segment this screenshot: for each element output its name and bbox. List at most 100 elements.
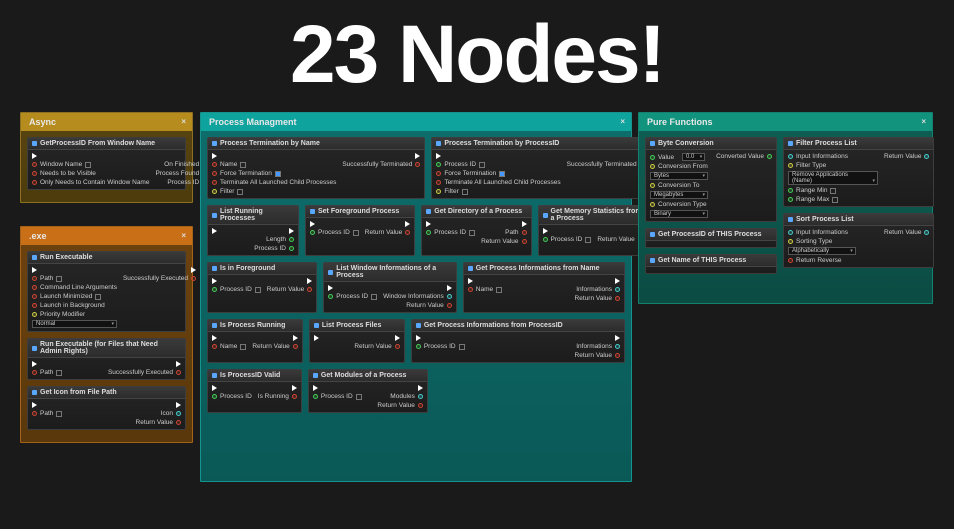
pin-length[interactable]: Length <box>266 236 294 243</box>
pin-info[interactable]: Informations <box>576 286 620 293</box>
pin-value[interactable]: Value 0.0 <box>650 153 708 161</box>
node-run-admin[interactable]: Run Executable (for Files that Need Admi… <box>27 338 186 380</box>
pin-pid[interactable]: Process ID <box>328 293 377 300</box>
exec-in-pin[interactable] <box>32 361 102 367</box>
node-byte-conversion[interactable]: Byte Conversion Value 0.0 Conversion Fro… <box>645 137 777 222</box>
pin-return[interactable]: Return Value <box>597 236 642 243</box>
pin-force[interactable]: Force Termination <box>212 170 336 177</box>
pin-window-name[interactable]: Window Name <box>32 161 149 168</box>
pin-pid[interactable]: Process ID <box>416 343 515 350</box>
node-get-pid-this[interactable]: Get ProcessID of THIS Process <box>645 228 777 248</box>
pin-range-max[interactable]: Range Max <box>788 196 878 203</box>
pin-return[interactable]: Return Value <box>354 343 399 350</box>
exec-out-pin[interactable] <box>395 335 400 341</box>
pin-icon[interactable]: Icon <box>161 410 181 417</box>
pin-info[interactable]: Informations <box>576 343 620 350</box>
node-get-directory[interactable]: Get Directory of a Process Process IDPat… <box>421 205 531 256</box>
node-list-running[interactable]: List Running Processes LengthProcess ID <box>207 205 299 256</box>
exec-out-pin[interactable] <box>415 153 420 159</box>
exec-in-pin[interactable] <box>32 267 117 273</box>
exec-out-pin[interactable] <box>289 228 294 234</box>
exec-in-pin[interactable] <box>426 221 475 227</box>
exec-out-pin[interactable] <box>307 278 312 284</box>
exec-in-pin[interactable] <box>212 335 246 341</box>
pin-info[interactable]: Window Informations <box>383 293 452 300</box>
pin-children[interactable]: Terminate All Launched Child Processes <box>436 179 560 186</box>
pin-launch-bg[interactable]: Launch in Background <box>32 302 117 309</box>
priority-dropdown[interactable]: Normal <box>32 320 117 328</box>
node-list-process-files[interactable]: List Process Files Return Value <box>309 319 405 363</box>
panel-async-header[interactable]: Async × <box>21 113 192 131</box>
pin-return[interactable]: Return Value <box>481 238 526 245</box>
exec-out-pin[interactable] <box>615 278 620 284</box>
close-icon[interactable]: × <box>620 117 625 126</box>
exec-in-pin[interactable] <box>416 335 515 341</box>
pin-launch-min[interactable]: Launch Minimized <box>32 293 117 300</box>
pin-name[interactable]: Name <box>212 161 336 168</box>
pin-pid[interactable]: Process ID <box>254 245 294 252</box>
node-get-pid-from-window[interactable]: GetProcessID From Window Name Window Nam… <box>27 137 186 190</box>
pin-pid[interactable]: Process ID <box>543 236 592 243</box>
panel-proc-header[interactable]: Process Managment × <box>201 113 631 131</box>
pin-modules[interactable]: Modules <box>390 393 423 400</box>
close-icon[interactable]: × <box>921 117 926 126</box>
exec-in-pin[interactable] <box>543 228 592 234</box>
pin-pid[interactable]: Process ID <box>310 229 359 236</box>
exec-in-pin[interactable] <box>32 402 104 408</box>
pin-return[interactable]: Return Value <box>575 352 620 359</box>
pin-pid[interactable]: Process ID <box>426 229 475 236</box>
pin-pid[interactable]: Process ID <box>212 393 252 400</box>
pin-only-contain[interactable]: Only Needs to Contain Window Name <box>32 179 149 186</box>
exec-out-pin[interactable] <box>176 402 181 408</box>
node-get-icon[interactable]: Get Icon from File Path Path Icon Return… <box>27 386 186 430</box>
exec-in-pin[interactable] <box>310 221 359 227</box>
pin-path[interactable]: Path <box>32 410 104 417</box>
value-input[interactable]: 0.0 <box>682 153 705 161</box>
node-list-window-info[interactable]: List Window Informations of a Process Pr… <box>323 262 457 313</box>
pin-return[interactable]: Return Value <box>884 229 929 236</box>
pin-reverse[interactable]: Return Reverse <box>788 257 856 264</box>
exec-in-pin[interactable] <box>212 278 261 284</box>
exec-in-pin[interactable] <box>313 385 365 391</box>
pin-converted[interactable]: Converted Value <box>716 153 772 160</box>
node-get-info-from-pid[interactable]: Get Process Informations from ProcessID … <box>411 319 625 363</box>
pin-to[interactable]: Conversion To <box>650 182 708 189</box>
pin-pid[interactable]: Process ID <box>313 393 365 400</box>
pin-force[interactable]: Force Termination <box>436 170 560 177</box>
pin-running[interactable]: Is Running <box>258 393 297 400</box>
exec-in-pin[interactable] <box>314 335 349 341</box>
pin-return[interactable]: Return Value <box>377 402 422 409</box>
pin-return[interactable]: Return Value <box>365 229 410 236</box>
pin-pid[interactable]: Process ID <box>436 161 560 168</box>
node-get-memory[interactable]: Get Memory Statistics from a Process Pro… <box>538 205 648 256</box>
exec-in-pin[interactable] <box>328 285 377 291</box>
from-dropdown[interactable]: Bytes <box>650 172 708 180</box>
pin-sort-type[interactable]: Sorting Type <box>788 238 856 245</box>
pin-return[interactable]: Return Value <box>406 302 451 309</box>
close-icon[interactable]: × <box>181 117 186 126</box>
panel-pure-header[interactable]: Pure Functions × <box>639 113 932 131</box>
pin-filter[interactable]: Filter <box>212 188 336 195</box>
pin-return[interactable]: Return Value <box>884 153 929 160</box>
filter-type-dropdown[interactable]: Remove Applications (Name) <box>788 171 878 185</box>
panel-exe-header[interactable]: .exe × <box>21 227 192 245</box>
pin-needs-visible[interactable]: Needs to be Visible <box>32 170 149 177</box>
pin-input-info[interactable]: Input Informations <box>788 153 878 160</box>
exec-out-pin[interactable] <box>418 385 423 391</box>
pin-from[interactable]: Conversion From <box>650 163 708 170</box>
type-dropdown[interactable]: Binary <box>650 210 708 218</box>
pin-pid[interactable]: Process ID <box>212 286 261 293</box>
node-sort-process-list[interactable]: Sort Process List Input Informations Sor… <box>783 213 934 268</box>
pin-path[interactable]: Path <box>32 275 117 282</box>
node-run-executable[interactable]: Run Executable Path Command Line Argumen… <box>27 251 186 332</box>
pin-args[interactable]: Command Line Arguments <box>32 284 117 291</box>
node-filter-process-list[interactable]: Filter Process List Input Informations F… <box>783 137 934 207</box>
pin-name[interactable]: Name <box>468 286 541 293</box>
exec-out-pin[interactable] <box>176 361 181 367</box>
pin-filter-type[interactable]: Filter Type <box>788 162 878 169</box>
pin-return[interactable]: Return Value <box>252 343 297 350</box>
close-icon[interactable]: × <box>181 231 186 240</box>
pin-type[interactable]: Conversion Type <box>650 201 708 208</box>
pin-children[interactable]: Terminate All Launched Child Processes <box>212 179 336 186</box>
node-is-foreground[interactable]: Is in Foreground Process IDReturn Value <box>207 262 317 313</box>
